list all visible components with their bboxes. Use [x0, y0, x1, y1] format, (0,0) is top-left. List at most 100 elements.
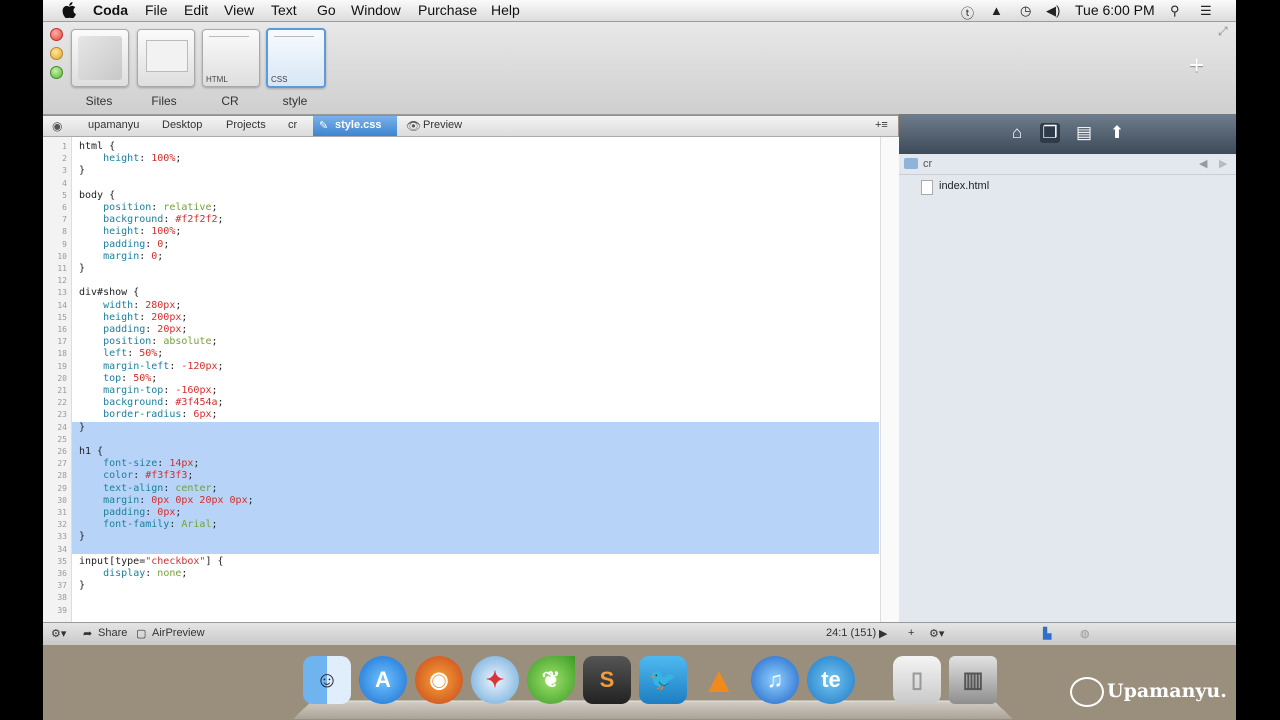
file-settings-gear-icon[interactable]: ⚙▾ [929, 627, 944, 640]
code-line: margin: 0px 0px 20px 0px; [103, 494, 254, 506]
code-line: body { [79, 189, 116, 201]
sites-circle-icon[interactable]: ◉ [52, 119, 62, 133]
notification-list-icon[interactable]: ☰ [1200, 3, 1212, 19]
breadcrumb-desktop[interactable]: Desktop [162, 119, 202, 131]
line-number: 2 [62, 154, 67, 164]
tab-cr[interactable]: HTML [202, 29, 260, 87]
code-editor[interactable]: 1 2 3 4 5 6 7 8 9 10 11 12 13 14 15 16 17 18 19 20 21 22 23 24 2… [43, 137, 899, 622]
spotlight-search-icon[interactable]: ⚲ [1170, 3, 1180, 19]
line-number: 20 [57, 373, 67, 383]
apple-icon[interactable] [62, 2, 76, 18]
code-line: left: 50%; [103, 348, 164, 360]
watermark-text: Upamanyu. [1070, 677, 1227, 707]
zoom-window-button[interactable] [50, 66, 63, 79]
share-button[interactable]: Share [98, 627, 127, 639]
airpreview-icon: ▢ [136, 628, 147, 640]
forward-arrow-icon[interactable]: ▶ [1219, 157, 1227, 170]
menu-edit[interactable]: Edit [184, 2, 208, 18]
current-folder[interactable]: cr [923, 158, 932, 170]
te-icon[interactable]: te [807, 656, 855, 704]
vertical-scrollbar[interactable] [880, 137, 899, 622]
bell-status-icon[interactable]: ▲ [990, 3, 1003, 18]
line-number: 31 [57, 508, 67, 517]
firefox-icon[interactable]: ◉ [415, 656, 463, 704]
menu-file[interactable]: File [145, 2, 168, 18]
line-number: 26 [57, 447, 67, 456]
menu-app-name[interactable]: Coda [93, 2, 128, 18]
preview-button[interactable]: Preview [423, 119, 462, 131]
line-number: 29 [57, 483, 67, 493]
itunes-icon[interactable]: ♫ [751, 656, 799, 704]
panel-toggle-icon[interactable]: ▙ [1043, 627, 1051, 640]
code-line: } [79, 531, 86, 543]
trash-icon[interactable]: ▥ [949, 656, 997, 704]
tab-files[interactable] [137, 29, 195, 87]
twitter-icon[interactable]: 🐦 [639, 656, 687, 704]
cursor-position: 24:1 (151) [826, 627, 877, 639]
code-line: width: 280px; [103, 299, 182, 311]
vlc-icon[interactable]: ▲ [695, 656, 743, 704]
menu-bar: Coda File Edit View Text Go Window Purch… [43, 0, 1236, 22]
files-thumbnail [146, 40, 188, 72]
fullscreen-icon[interactable]: ⤢ [1218, 24, 1228, 39]
safari-icon[interactable]: ✦ [471, 656, 519, 704]
file-item-name: index.html [939, 180, 990, 192]
code-line: top: 50%; [103, 372, 158, 384]
sublime-icon[interactable]: S [583, 656, 631, 704]
add-file-icon[interactable]: + [908, 627, 914, 639]
line-number: 28 [57, 471, 67, 481]
time-machine-icon[interactable]: ◷ [1020, 3, 1031, 19]
breadcrumb-projects[interactable]: Projects [226, 119, 266, 131]
breadcrumb-active-file[interactable]: ✎ style.css [313, 116, 397, 136]
code-line: height: 100%; [103, 153, 182, 165]
menu-go[interactable]: Go [317, 2, 336, 18]
menu-clock[interactable]: Tue 6:00 PM [1075, 2, 1155, 18]
code-line: div#show { [79, 287, 140, 299]
line-number: 21 [57, 386, 67, 395]
split-view-icon[interactable]: +≡ [875, 119, 888, 131]
finder-icon[interactable]: ☺ [303, 656, 351, 704]
upload-icon[interactable]: ⬆ [1107, 123, 1127, 143]
settings-gear-icon[interactable]: ⚙▾ [51, 627, 66, 640]
code-line: margin-left: -120px; [103, 360, 224, 372]
sync-icon[interactable]: ◍ [1080, 627, 1090, 640]
line-number: 35 [57, 556, 67, 566]
airpreview-button[interactable]: AirPreview [152, 627, 205, 639]
line-number: 30 [57, 495, 67, 505]
breadcrumb-cr[interactable]: cr [288, 119, 297, 131]
downloads-icon[interactable]: ▯ [893, 656, 941, 704]
tab-sites-label: Sites [85, 94, 113, 108]
go-to-icon[interactable]: ▶ [879, 627, 887, 640]
menu-text[interactable]: Text [271, 2, 297, 18]
menu-purchase[interactable]: Purchase [418, 2, 477, 18]
tab-sites[interactable] [71, 29, 129, 87]
back-arrow-icon[interactable]: ◀ [1199, 157, 1207, 170]
line-number: 14 [57, 300, 67, 310]
files-icon[interactable]: ❐ [1040, 123, 1060, 143]
code-line: height: 200px; [103, 311, 188, 323]
app-store-icon[interactable]: A [359, 656, 407, 704]
te-status-icon[interactable]: ⓣ [961, 3, 974, 22]
code-line: } [79, 263, 86, 274]
close-window-button[interactable] [50, 28, 63, 41]
code-line: height: 100%; [103, 226, 182, 238]
volume-icon[interactable]: ◀) [1046, 3, 1060, 19]
file-browser: cr ◀ ▶ index.html [899, 154, 1236, 622]
menu-view[interactable]: View [224, 2, 254, 18]
menu-help[interactable]: Help [491, 2, 520, 18]
line-number: 24 [57, 422, 67, 432]
tab-style[interactable]: CSS [266, 28, 326, 88]
add-tab-button[interactable]: + [1189, 50, 1204, 81]
watermark-name: Upamanyu. [1107, 680, 1227, 702]
document-icon[interactable]: ▤ [1074, 123, 1094, 143]
folder-icon [904, 158, 918, 169]
menu-window[interactable]: Window [351, 2, 401, 18]
breadcrumb-upamanyu[interactable]: upamanyu [88, 119, 139, 131]
code-line: margin: 0; [103, 250, 164, 262]
line-number: 36 [57, 569, 67, 578]
code-line: background: #f2f2f2; [103, 214, 224, 226]
html-file-icon [921, 180, 933, 195]
minimize-window-button[interactable] [50, 47, 63, 60]
coda-icon[interactable]: ❦ [527, 656, 575, 704]
home-icon[interactable]: ⌂ [1007, 123, 1027, 143]
